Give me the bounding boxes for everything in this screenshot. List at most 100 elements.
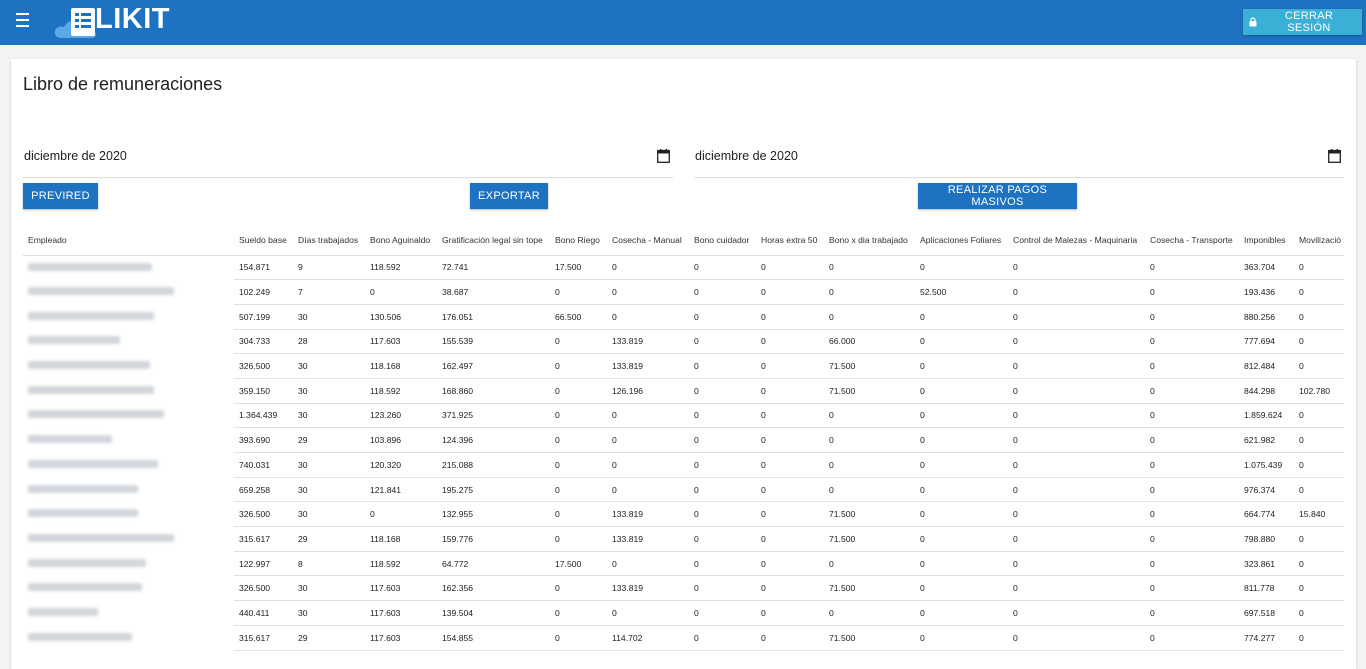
table-row[interactable]: 659.258 30 121.841 195.275 0 0 0 0 0 0 0 0 976.374 0 [23,477,1344,503]
logo[interactable]: LIKIT [54,3,174,39]
table-cell: 0 [756,551,824,577]
table-cell: 0 [689,526,756,552]
table-cell: 118.168 [365,353,437,379]
table-cell: 0 [1294,279,1344,305]
table-cell: 0 [689,304,756,330]
table-cell: 0 [915,575,1008,602]
table-cell: 0 [550,452,607,478]
employee-name-cell [23,625,234,650]
table-cell: 71.500 [824,575,915,602]
table-cell: 176.051 [437,304,550,330]
payroll-table: Empleado Sueldo base Días trabajados Bono A… [23,225,1344,651]
table-cell: 52.500 [915,279,1008,305]
table-row[interactable]: 1.364.439 30 123.260 371.925 0 0 0 0 0 0 0 0 1.859.6… [23,403,1344,429]
table-cell: 0 [915,625,1008,651]
table-cell: 71.500 [824,526,915,552]
table-cell: 0 [1145,600,1239,626]
table-cell: 0 [607,279,689,305]
table-row[interactable]: 507.199 30 130.506 176.051 66.500 0 0 0 0 0 0 0 880.… [23,304,1344,330]
table-cell: 0 [689,403,756,429]
redacted-name [28,287,174,296]
table-row[interactable]: 359.150 30 118.592 168.860 0 126.196 0 0 71.500 0… [23,378,1344,404]
column-header: Movilizació [1294,225,1344,256]
employee-name-cell [23,280,234,305]
table-cell: 0 [1008,452,1145,478]
table-cell: 0 [689,477,756,503]
table-row[interactable]: 326.500 30 0 132.955 0 133.819 0 0 71.500 0 0 0 664.… [23,501,1344,528]
table-row[interactable]: 393.690 29 103.896 124.396 0 0 0 0 0 0 0 0 621.982 0 [23,427,1344,453]
redacted-name [28,558,146,567]
table-cell: 0 [1008,279,1145,305]
employee-name-cell [23,601,234,626]
table-cell: 0 [550,501,607,528]
column-header: Gratificación legal sin tope [437,225,550,256]
table-cell: 0 [1294,526,1344,552]
table-cell: 811.778 [1239,575,1294,602]
date-to-field[interactable]: diciembre de 2020 [694,149,1344,178]
bulk-payments-button[interactable]: REALIZAR PAGOS MASIVOS [918,183,1077,209]
table-cell: 326.500 [234,575,293,602]
table-cell: 0 [1294,625,1344,651]
table-row[interactable]: 315.617 29 118.168 159.776 0 133.819 0 0 71.500 0… [23,526,1344,552]
table-cell: 0 [689,279,756,305]
table-cell: 38.687 [437,279,550,305]
calendar-icon[interactable] [1328,149,1341,163]
date-from-field[interactable]: diciembre de 2020 [23,149,673,178]
table-row[interactable]: 315.617 29 117.603 154.855 0 114.702 0 0 71.500 0… [23,625,1344,651]
table-cell: 0 [756,353,824,379]
table-cell: 118.592 [365,255,437,281]
table-cell: 30 [293,452,365,478]
table-row[interactable]: 304.733 28 117.603 155.539 0 133.819 0 0 66.000 0… [23,329,1344,355]
export-button[interactable]: EXPORTAR [470,183,548,209]
table-cell: 0 [824,477,915,503]
table-cell: 774.277 [1239,625,1294,651]
table-cell: 168.860 [437,378,550,404]
table-cell: 30 [293,353,365,379]
table-cell: 326.500 [234,353,293,379]
table-row[interactable]: 440.411 30 117.603 139.504 0 0 0 0 0 0 0 0 697.518 0 [23,600,1344,626]
table-cell: 0 [1294,452,1344,478]
redacted-name [28,484,138,493]
table-cell: 1.859.624 [1239,403,1294,429]
table-cell: 0 [756,427,824,453]
table-row[interactable]: 122.997 8 118.592 64.772 17.500 0 0 0 0 0 0 0 323.86… [23,551,1344,577]
redacted-name [28,361,150,370]
table-cell: 17.500 [550,255,607,281]
table-cell: 0 [365,501,437,528]
table-cell: 1.075.439 [1239,452,1294,478]
table-row[interactable]: 740.031 30 120.320 215.088 0 0 0 0 0 0 0 0 1.075.439… [23,452,1344,478]
previred-button[interactable]: PREVIRED [23,183,98,209]
table-cell: 117.603 [365,625,437,651]
table-row[interactable]: 326.500 30 118.168 162.497 0 133.819 0 0 71.500 0… [23,353,1344,379]
table-cell: 9 [293,255,365,281]
table-row[interactable]: 326.500 30 117.603 162.356 0 133.819 0 0 71.500 0… [23,575,1344,602]
table-row[interactable]: 154.871 9 118.592 72.741 17.500 0 0 0 0 0 0 0 363.70… [23,255,1344,281]
table-cell: 0 [756,452,824,478]
table-cell: 440.411 [234,600,293,626]
payroll-table-container[interactable]: Empleado Sueldo base Días trabajados Bono A… [23,225,1356,665]
table-cell: 844.298 [1239,378,1294,404]
table-cell: 123.260 [365,403,437,429]
table-cell: 0 [550,279,607,305]
table-row[interactable]: 102.249 7 0 38.687 0 0 0 0 0 52.500 0 0 193.436 0 [23,279,1344,305]
table-cell: 0 [756,526,824,552]
table-cell: 118.592 [365,378,437,404]
calendar-icon[interactable] [657,149,670,163]
table-cell: 0 [1145,477,1239,503]
table-cell: 0 [689,353,756,379]
table-cell: 71.500 [824,378,915,404]
table-cell: 0 [550,526,607,552]
table-cell: 0 [756,403,824,429]
table-cell: 118.592 [365,551,437,577]
redacted-name [28,385,154,394]
table-cell: 28 [293,329,365,355]
table-cell: 193.436 [1239,279,1294,305]
column-header: Control de Malezas - Maquinaria [1008,225,1145,256]
table-cell: 30 [293,600,365,626]
column-header: Bono x dia trabajado [824,225,915,256]
table-cell: 64.772 [437,551,550,577]
menu-icon[interactable] [14,13,34,31]
table-cell: 0 [756,477,824,503]
table-cell: 740.031 [234,452,293,478]
logout-button[interactable]: CERRAR SESIÓN [1243,9,1362,35]
